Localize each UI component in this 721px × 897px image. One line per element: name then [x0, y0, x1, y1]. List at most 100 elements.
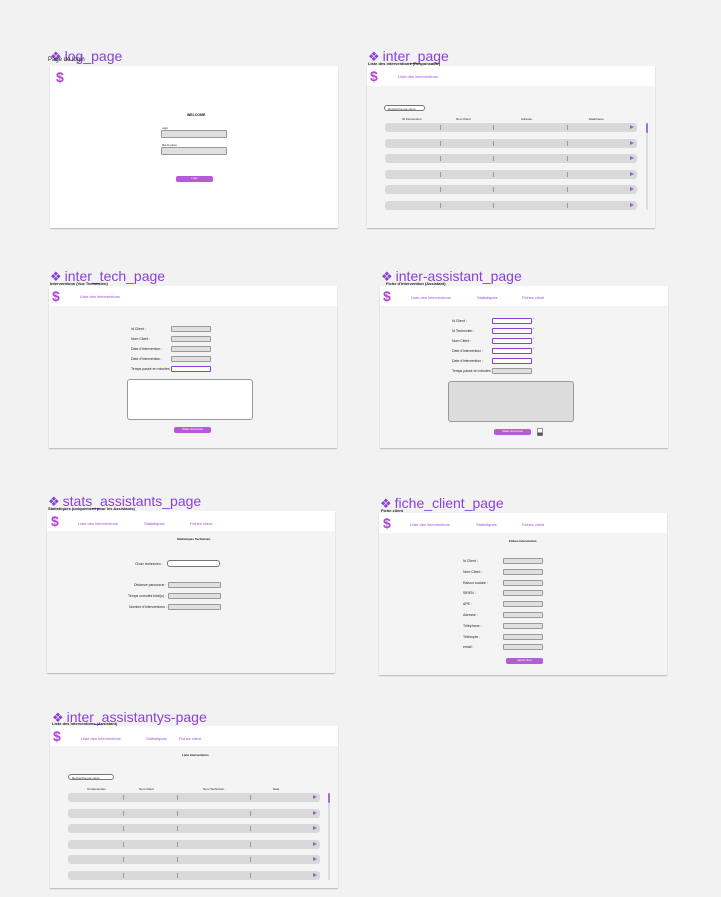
play-arrow-icon[interactable]: [313, 810, 317, 815]
time-spent-input[interactable]: [171, 366, 211, 372]
address-input[interactable]: [503, 612, 543, 618]
intervention-date-2-input[interactable]: [171, 356, 211, 362]
column-divider: [567, 187, 568, 192]
play-arrow-icon[interactable]: [630, 156, 634, 160]
time-spent-input[interactable]: [492, 368, 532, 374]
login-input[interactable]: [161, 130, 227, 138]
column-divider: [123, 857, 124, 862]
play-arrow-icon[interactable]: [630, 125, 634, 129]
nav-statistics[interactable]: Statistiques: [477, 295, 498, 300]
table-row[interactable]: [68, 824, 320, 833]
column-divider: [250, 857, 251, 862]
add-client-button[interactable]: Ajouter client: [506, 658, 543, 664]
nav-interventions[interactable]: Liste des interventions: [411, 295, 451, 300]
play-arrow-icon[interactable]: [630, 140, 634, 145]
nav-client-files[interactable]: Fiches client: [522, 295, 544, 300]
table-row[interactable]: [68, 870, 320, 880]
client-name-input[interactable]: [503, 568, 543, 575]
client-name-label: Nom Client :: [463, 569, 483, 574]
email-input[interactable]: [503, 644, 543, 651]
client-id-input[interactable]: [503, 558, 543, 564]
col-header-id: Id intervention: [87, 787, 106, 791]
scrollbar[interactable]: [328, 793, 330, 880]
company-name-input[interactable]: [503, 579, 543, 586]
ape-input[interactable]: [503, 601, 543, 608]
column-divider: [250, 826, 251, 831]
password-input[interactable]: [161, 147, 227, 155]
nav-statistics[interactable]: Statistiques: [146, 736, 167, 741]
table-row[interactable]: [68, 793, 320, 802]
play-arrow-icon[interactable]: [313, 795, 317, 799]
table-row[interactable]: [385, 185, 637, 194]
validate-intervention-button[interactable]: Valider intervention: [494, 429, 531, 435]
table-row[interactable]: [385, 138, 637, 148]
nav-interventions[interactable]: Liste des interventions: [80, 294, 120, 299]
login-button[interactable]: Login: [176, 176, 213, 182]
siren-input[interactable]: [503, 590, 543, 597]
play-arrow-icon[interactable]: [630, 171, 634, 176]
scrollbar-thumb[interactable]: [328, 793, 330, 803]
validate-intervention-button[interactable]: Valider intervention: [174, 427, 211, 433]
play-arrow-icon[interactable]: [313, 841, 317, 846]
column-divider: [440, 187, 441, 192]
fax-label: Télécopie :: [463, 634, 481, 639]
client-id-label: Id Client :: [452, 319, 467, 323]
nav-statistics[interactable]: Statistiques: [144, 521, 165, 526]
column-divider: [177, 810, 178, 816]
technician-id-input[interactable]: [492, 328, 532, 334]
total-time-label: Temps cumulés total(s) :: [128, 594, 166, 598]
notes-textarea[interactable]: [448, 381, 574, 422]
nav-client-files[interactable]: Fiches client: [522, 522, 544, 527]
scrollbar-thumb[interactable]: [646, 123, 648, 133]
client-id-input[interactable]: [171, 326, 211, 332]
table-row[interactable]: [385, 200, 637, 210]
log-page-frame: $ WELCOME Login Mot de passe Login: [50, 66, 338, 228]
dollar-logo: $: [56, 69, 64, 85]
intervention-date-2-input[interactable]: [492, 358, 532, 364]
table-row[interactable]: [68, 839, 320, 849]
client-id-label: Id Client :: [463, 559, 478, 563]
technician-select[interactable]: [167, 560, 220, 567]
play-arrow-icon[interactable]: [313, 872, 317, 877]
client-search-input[interactable]: Recherche par client: [68, 774, 114, 780]
table-row[interactable]: [385, 169, 637, 179]
play-arrow-icon[interactable]: [313, 826, 317, 830]
col-header-id: ID Intervention: [402, 117, 422, 121]
time-spent-label: Temps passé en minutes :: [131, 367, 172, 371]
intervention-date-input[interactable]: [492, 348, 532, 354]
table-row[interactable]: [68, 808, 320, 818]
fiche-client-page-frame: $ Liste des interventions Statistiques F…: [379, 513, 667, 675]
document-icon[interactable]: [537, 428, 543, 436]
nav-interventions[interactable]: Liste des interventions: [81, 736, 121, 741]
column-divider: [440, 156, 441, 161]
column-divider: [177, 795, 178, 800]
column-divider: [177, 857, 178, 862]
client-search-input[interactable]: Recherche par client: [384, 105, 425, 111]
play-arrow-icon[interactable]: [313, 857, 317, 861]
client-name-input[interactable]: [171, 336, 211, 342]
nav-client-files[interactable]: Fiches client: [190, 521, 212, 526]
play-arrow-icon[interactable]: [630, 202, 634, 207]
ape-label: APE :: [463, 602, 472, 607]
intervention-count-label: Nombre d'interventions :: [129, 605, 167, 609]
table-row[interactable]: [385, 123, 637, 132]
nav-client-files[interactable]: Fiches client: [179, 736, 201, 741]
column-divider: [440, 202, 441, 208]
welcome-heading: WELCOME: [187, 113, 206, 117]
scrollbar[interactable]: [646, 123, 648, 210]
nav-interventions[interactable]: Liste des interventions: [78, 521, 118, 526]
notes-textarea[interactable]: [127, 379, 253, 420]
nav-statistics[interactable]: Statistiques: [476, 522, 497, 527]
play-arrow-icon[interactable]: [630, 187, 634, 191]
phone-input[interactable]: [503, 622, 543, 629]
fax-input[interactable]: [503, 633, 543, 640]
table-row[interactable]: [385, 154, 637, 163]
column-divider: [567, 125, 568, 130]
client-name-input[interactable]: [492, 338, 532, 344]
nav-interventions[interactable]: Liste des interventions: [410, 522, 450, 527]
client-id-input[interactable]: [492, 318, 532, 324]
col-header-client: Nom Client: [139, 787, 154, 791]
table-row[interactable]: [68, 855, 320, 864]
nav-interventions[interactable]: Liste des interventions: [398, 74, 438, 79]
intervention-date-input[interactable]: [171, 346, 211, 352]
